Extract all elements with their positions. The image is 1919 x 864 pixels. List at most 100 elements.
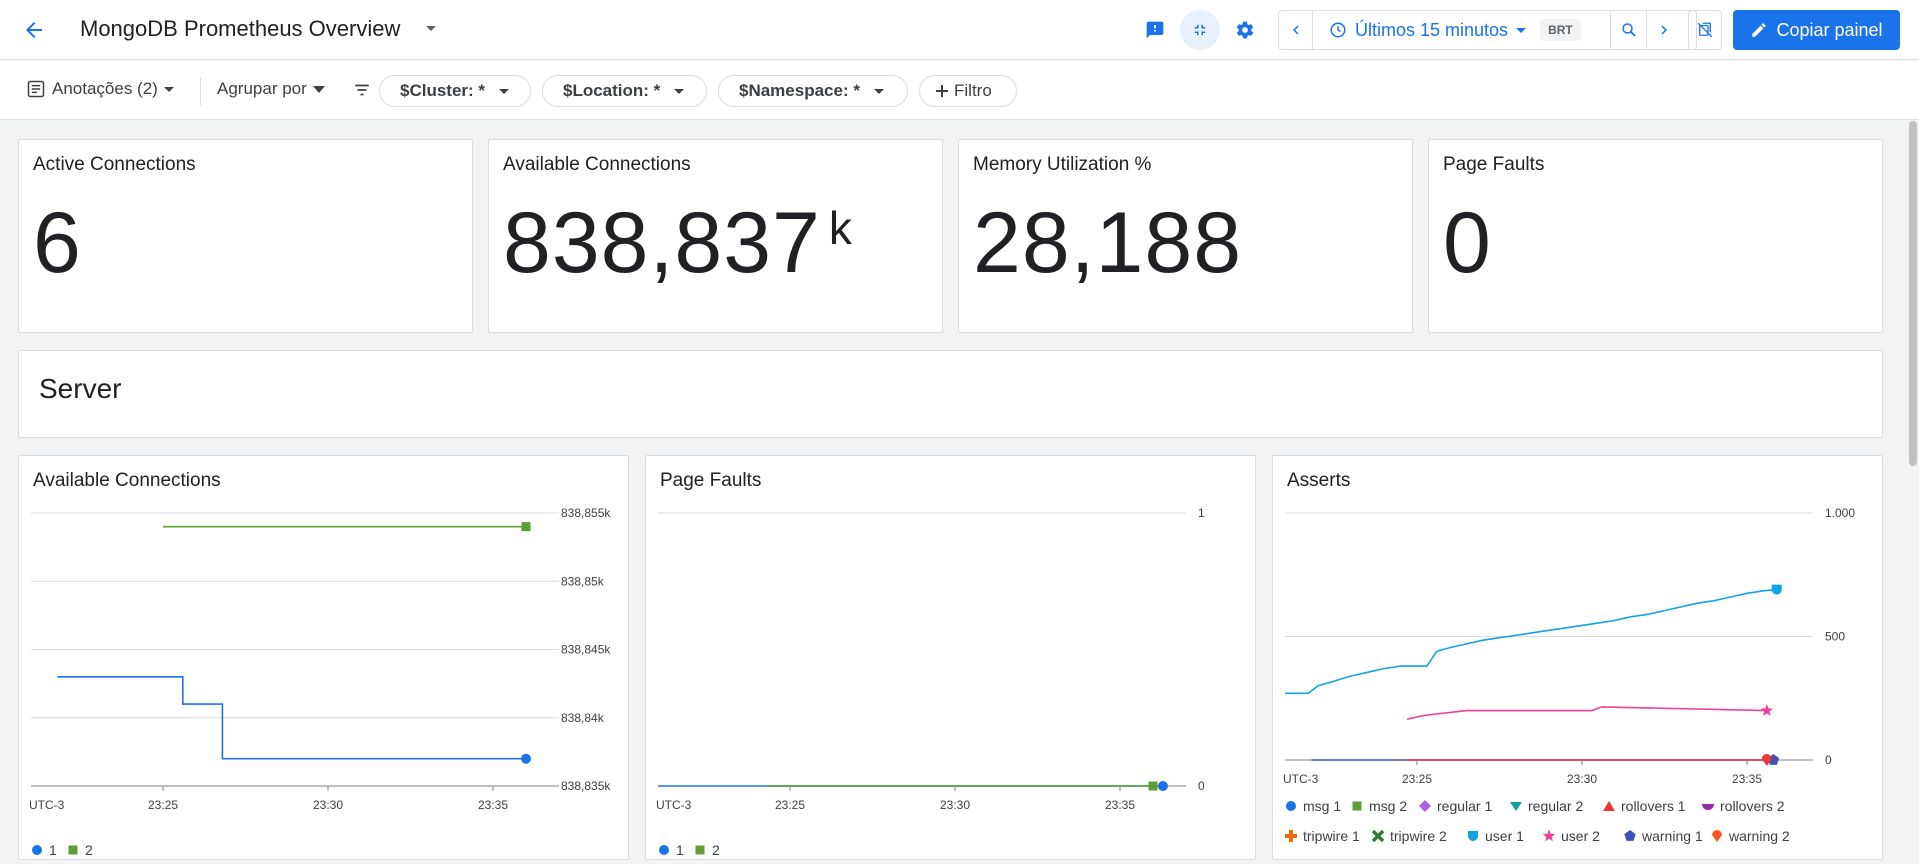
series-marker-1 — [1157, 781, 1168, 791]
legend-marker — [695, 845, 705, 855]
legend-label: 2 — [712, 842, 720, 858]
scorecard-title: Available Connections — [503, 154, 691, 175]
chart-panel-page-faults[interactable]: Page Faults 1 0 UTC-3 23:25 23:30 23:35 1 2 — [645, 455, 1256, 860]
scrollbar[interactable] — [1907, 121, 1919, 864]
zoom-button[interactable] — [1611, 11, 1647, 49]
y-tick-label: 838,84k — [561, 711, 605, 725]
scorecard-title: Page Faults — [1443, 154, 1545, 175]
time-range-selector[interactable]: Últimos 15 minutos BRT — [1313, 11, 1611, 49]
legend-label: regular 2 — [1528, 798, 1583, 814]
series-marker-user-1 — [1771, 584, 1782, 595]
legend-label: regular 1 — [1437, 798, 1492, 814]
legend-label: msg 1 — [1303, 798, 1341, 814]
chevron-down-icon — [499, 88, 510, 94]
timezone-badge[interactable]: BRT — [1540, 19, 1581, 41]
chevron-down-icon — [163, 86, 174, 92]
zoom-icon — [1621, 23, 1636, 37]
legend-label: rollovers 1 — [1621, 798, 1686, 814]
x-tick-label: 23:35 — [478, 798, 508, 812]
legend-marker — [1352, 801, 1362, 811]
add-filter-button[interactable]: Filtro — [919, 75, 1017, 107]
scrollbar-thumb[interactable] — [1909, 121, 1917, 466]
chevron-right-icon — [1661, 25, 1667, 35]
location-filter-chip[interactable]: $Location: * — [542, 75, 707, 107]
chevron-down-icon — [873, 88, 884, 94]
title-dropdown-icon[interactable] — [426, 26, 436, 31]
chart-page-faults: 1 0 UTC-3 23:25 23:30 23:35 1 2 — [656, 506, 1205, 858]
legend-label: msg 2 — [1369, 798, 1407, 814]
legend-marker — [659, 845, 669, 855]
legend-marker — [1371, 829, 1385, 843]
gear-icon — [1236, 21, 1254, 39]
group-by-dropdown[interactable]: Agrupar por — [217, 79, 325, 99]
x-tick-label: UTC-3 — [29, 798, 65, 812]
x-tick-label: 23:35 — [1732, 772, 1762, 786]
cluster-filter-chip[interactable]: $Cluster: * — [379, 75, 531, 107]
exit-fullscreen-button[interactable] — [1180, 10, 1220, 50]
series-marker-user-2 — [1760, 704, 1773, 716]
chart-panel-asserts[interactable]: Asserts 1.000 500 0 UTC-3 23:25 23:30 23:35 msg… — [1272, 455, 1883, 860]
series-marker-2 — [1148, 781, 1158, 791]
y-tick-label: 1.000 — [1825, 506, 1855, 520]
legend-marker — [1712, 830, 1722, 842]
scorecard-title: Memory Utilization % — [973, 154, 1152, 175]
section-header-server[interactable]: Server — [18, 350, 1883, 438]
y-tick-label: 0 — [1825, 753, 1832, 767]
legend-marker — [1603, 801, 1615, 811]
settings-button[interactable] — [1225, 10, 1265, 50]
legend-marker — [1286, 801, 1296, 811]
arrow-back-icon — [26, 22, 42, 38]
x-tick-label: UTC-3 — [1283, 772, 1319, 786]
dashboard-title[interactable]: MongoDB Prometheus Overview — [80, 16, 400, 42]
legend-label: user 1 — [1485, 828, 1524, 844]
y-tick-label: 500 — [1825, 630, 1845, 644]
top-bar: MongoDB Prometheus Overview Últimos 15 m… — [0, 0, 1919, 60]
annotations-dropdown[interactable]: Anotações (2) — [26, 79, 174, 99]
feedback-icon — [1146, 21, 1164, 39]
divider — [200, 77, 201, 105]
series-marker-1 — [521, 753, 531, 764]
y-tick-label: 838,85k — [561, 574, 605, 588]
clock-icon — [1330, 22, 1346, 38]
series-marker-2 — [521, 522, 531, 532]
x-tick-label: UTC-3 — [656, 798, 692, 812]
time-range-dropdown-icon — [1516, 27, 1527, 33]
scorecard-value: 6 — [33, 195, 82, 291]
namespace-filter-label: $Namespace: * — [739, 81, 860, 100]
filter-icon — [352, 81, 372, 99]
legend-label: user 2 — [1561, 828, 1600, 844]
legend-marker — [1285, 830, 1297, 842]
series-line-user-2 — [1406, 706, 1767, 720]
legend-label: tripwire 2 — [1390, 828, 1447, 844]
namespace-filter-chip[interactable]: $Namespace: * — [718, 75, 908, 107]
x-tick-label: 23:25 — [148, 798, 178, 812]
back-button[interactable] — [18, 14, 50, 46]
chart-available-connections: 838,855k 838,85k 838,845k 838,84k 838,835k UT… — [29, 506, 611, 858]
scorecard-page-faults[interactable]: Page Faults 0 — [1428, 139, 1883, 333]
x-tick-label: 23:30 — [1567, 772, 1597, 786]
legend-marker — [1542, 829, 1556, 842]
copy-dashboard-button[interactable]: Copiar painel — [1733, 10, 1900, 50]
legend-label: 1 — [49, 842, 57, 858]
legend-label: warning 2 — [1728, 828, 1790, 844]
time-range-control: Últimos 15 minutos BRT — [1278, 10, 1697, 50]
chart-panel-available-connections[interactable]: Available Connections 838,855k 838,85k 838… — [18, 455, 629, 860]
time-next-button[interactable] — [1647, 11, 1681, 49]
link-off-icon — [1697, 22, 1713, 38]
feedback-button[interactable] — [1135, 10, 1175, 50]
scorecard-value: 838,837 k — [503, 195, 853, 291]
scorecard-active-connections[interactable]: Active Connections 6 — [18, 139, 473, 333]
time-prev-button[interactable] — [1279, 11, 1313, 49]
plus-icon — [936, 85, 948, 97]
scorecard-available-connections[interactable]: Available Connections 838,837 k — [488, 139, 943, 333]
group-by-label: Agrupar por — [217, 79, 307, 98]
scorecard-memory-utilization[interactable]: Memory Utilization % 28,188 — [958, 139, 1413, 333]
x-tick-label: 23:30 — [940, 798, 970, 812]
add-filter-label: Filtro — [954, 81, 992, 100]
sync-time-toggle[interactable] — [1688, 10, 1722, 50]
legend-marker — [1624, 830, 1636, 841]
cluster-filter-label: $Cluster: * — [400, 81, 486, 100]
copy-dashboard-label: Copiar painel — [1776, 19, 1883, 40]
chevron-left-icon — [1292, 25, 1299, 35]
x-tick-label: 23:25 — [1402, 772, 1432, 786]
